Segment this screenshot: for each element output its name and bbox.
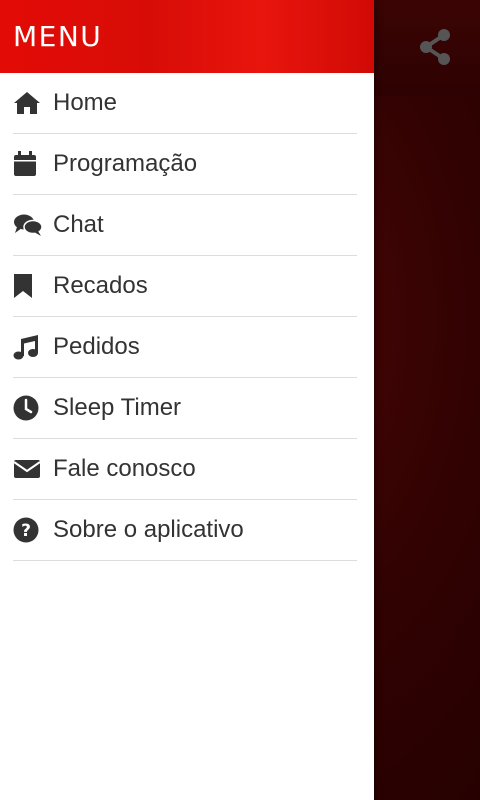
menu-item-label: Sobre o aplicativo: [53, 516, 244, 543]
menu-item-pedidos[interactable]: Pedidos: [13, 317, 357, 378]
drawer-title: MENU: [13, 20, 103, 53]
menu-item-recados[interactable]: Recados: [13, 256, 357, 317]
menu-item-home[interactable]: Home: [13, 73, 357, 134]
menu-item-label: Recados: [53, 272, 148, 299]
navigation-drawer: MENU Home Programação Chat Recados Pedid…: [0, 0, 374, 800]
bookmark-icon: [13, 272, 43, 300]
share-icon: [420, 29, 450, 65]
menu-list: Home Programação Chat Recados Pedidos Sl…: [0, 73, 374, 561]
question-circle-icon: ?: [13, 516, 43, 544]
menu-item-programacao[interactable]: Programação: [13, 134, 357, 195]
menu-item-fale-conosco[interactable]: Fale conosco: [13, 439, 357, 500]
menu-item-sleep-timer[interactable]: Sleep Timer: [13, 378, 357, 439]
menu-item-label: Home: [53, 89, 118, 116]
menu-item-label: Pedidos: [53, 333, 140, 360]
clock-icon: [13, 394, 43, 422]
menu-item-label: Chat: [53, 211, 104, 238]
drawer-header: MENU: [0, 0, 374, 73]
chat-icon: [13, 211, 43, 239]
calendar-icon: [13, 150, 43, 178]
menu-item-sobre[interactable]: ? Sobre o aplicativo: [13, 500, 357, 561]
envelope-icon: [13, 455, 43, 483]
home-icon: [13, 89, 43, 117]
music-note-icon: [13, 333, 43, 361]
menu-item-label: Sleep Timer: [53, 394, 182, 421]
menu-item-label: Programação: [53, 150, 198, 177]
menu-item-label: Fale conosco: [53, 455, 196, 482]
svg-text:?: ?: [21, 521, 31, 541]
screen: MENU Home Programação Chat Recados Pedid…: [0, 0, 480, 800]
menu-item-chat[interactable]: Chat: [13, 195, 357, 256]
share-button[interactable]: [414, 26, 456, 68]
